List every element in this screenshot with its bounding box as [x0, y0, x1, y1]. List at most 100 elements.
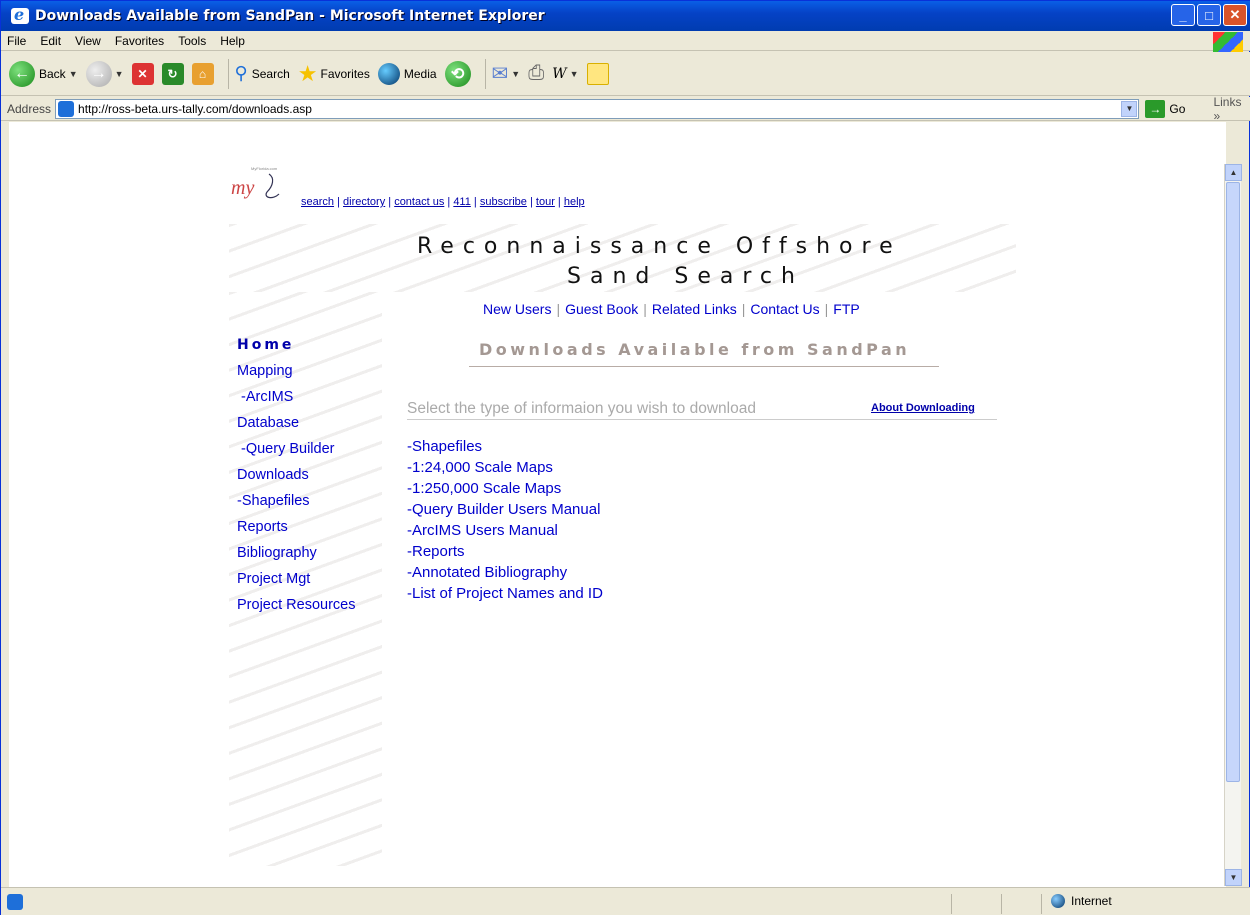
page-icon	[58, 100, 75, 117]
title-bar[interactable]: Downloads Available from SandPan - Micro…	[1, 1, 1250, 31]
note-button[interactable]	[586, 62, 609, 85]
scroll-down-icon[interactable]: ▼	[1225, 869, 1242, 886]
toolbar: ← Back ▼ → ▼ ✕ ↻ ⌂ ⚲ Search ★ Favorites …	[1, 52, 1250, 96]
nav-links: New Users | Guest Book | Related Links | Conta…	[483, 301, 860, 317]
menu-bar: File Edit View Favorites Tools Help	[1, 31, 1250, 51]
search-button[interactable]: ⚲ Search	[235, 63, 290, 84]
download-reports[interactable]: -Reports	[407, 541, 603, 562]
link-subscribe[interactable]: subscribe	[480, 196, 527, 208]
prompt-divider	[407, 419, 997, 420]
address-url[interactable]: http://ross-beta.urs-tally.com/downloads…	[78, 102, 312, 116]
menu-file[interactable]: File	[7, 34, 26, 48]
sidebar-item-project-mgt[interactable]: Project Mgt	[237, 566, 355, 592]
top-links: search | directory | contact us | 411 | …	[301, 196, 585, 208]
refresh-button[interactable]: ↻	[161, 62, 184, 85]
history-button[interactable]: ⟲	[444, 60, 471, 87]
favorites-button[interactable]: ★ Favorites	[298, 61, 370, 87]
link-search[interactable]: search	[301, 196, 334, 208]
download-project-names[interactable]: -List of Project Names and ID	[407, 583, 603, 604]
sidebar-item-arcims[interactable]: -ArcIMS	[241, 384, 355, 410]
forward-button[interactable]: → ▼	[85, 60, 124, 87]
nav-contact-us[interactable]: Contact Us	[750, 301, 819, 317]
sidebar-item-project-resources[interactable]: Project Resources	[237, 592, 355, 618]
nav-guest-book[interactable]: Guest Book	[565, 301, 638, 317]
link-411[interactable]: 411	[453, 196, 471, 208]
menu-view[interactable]: View	[75, 34, 101, 48]
about-downloading-link[interactable]: About Downloading	[871, 402, 975, 414]
word-icon: W	[552, 65, 567, 82]
forward-arrow-icon: →	[85, 60, 112, 87]
sidebar-item-downloads[interactable]: Downloads	[237, 462, 355, 488]
chevron-down-icon[interactable]: ▼	[511, 69, 520, 79]
sidebar-nav: Home Mapping -ArcIMS Database -Query Bui…	[237, 332, 355, 618]
links-button[interactable]: Links »	[1213, 95, 1250, 123]
minimize-button[interactable]: _	[1171, 4, 1195, 26]
page-title: Downloads Available from SandPan	[479, 340, 911, 359]
media-button[interactable]: Media	[377, 62, 437, 85]
sidebar-item-shapefiles[interactable]: -Shapefiles	[237, 488, 355, 514]
banner-line-2: Sand Search	[567, 264, 804, 289]
chevron-down-icon[interactable]: ▼	[1121, 100, 1138, 117]
chevron-down-icon[interactable]: ▼	[570, 69, 579, 79]
window-title: Downloads Available from SandPan - Micro…	[35, 8, 545, 24]
star-icon: ★	[297, 60, 318, 86]
toolbar-separator	[227, 58, 229, 89]
chevron-down-icon[interactable]: ▼	[69, 69, 78, 79]
menu-tools[interactable]: Tools	[178, 34, 206, 48]
status-divider	[951, 894, 952, 914]
address-bar: Address http://ross-beta.urs-tally.com/d…	[1, 95, 1250, 123]
sidebar-item-home[interactable]: Home	[237, 332, 355, 358]
sidebar-item-mapping[interactable]: Mapping	[237, 358, 355, 384]
stop-button[interactable]: ✕	[131, 62, 154, 85]
go-button[interactable]: → Go	[1145, 99, 1185, 118]
window-controls: _ □ ✕	[1171, 4, 1247, 26]
history-icon: ⟲	[444, 60, 471, 87]
browser-window: Downloads Available from SandPan - Micro…	[0, 0, 1250, 915]
menu-help[interactable]: Help	[220, 34, 245, 48]
download-query-builder-manual[interactable]: -Query Builder Users Manual	[407, 499, 603, 520]
ie-icon	[11, 5, 29, 24]
logo-small-text: MyFlorida.com	[251, 166, 278, 171]
sidebar-item-database[interactable]: Database	[237, 410, 355, 436]
link-contact-us[interactable]: contact us	[394, 196, 444, 208]
download-250000-maps[interactable]: -1:250,000 Scale Maps	[407, 478, 603, 499]
nav-ftp[interactable]: FTP	[833, 301, 859, 317]
home-button[interactable]: ⌂	[191, 62, 214, 85]
sidebar-item-reports[interactable]: Reports	[237, 514, 355, 540]
myflorida-logo[interactable]: MyFlorida.com my	[229, 164, 299, 202]
menu-edit[interactable]: Edit	[40, 34, 61, 48]
mail-button[interactable]: ✉ ▼	[492, 61, 521, 86]
link-tour[interactable]: tour	[536, 196, 555, 208]
status-bar: Internet	[1, 887, 1250, 915]
sidebar-item-query-builder[interactable]: -Query Builder	[241, 436, 355, 462]
security-zone: Internet	[1051, 894, 1112, 908]
address-input[interactable]: http://ross-beta.urs-tally.com/downloads…	[55, 98, 1140, 119]
back-button[interactable]: ← Back ▼	[9, 60, 78, 87]
select-prompt: Select the type of informaion you wish t…	[407, 400, 756, 417]
link-directory[interactable]: directory	[343, 196, 385, 208]
link-help[interactable]: help	[564, 196, 585, 208]
vertical-scrollbar[interactable]: ▲ ▼	[1224, 164, 1242, 886]
download-annotated-bibliography[interactable]: -Annotated Bibliography	[407, 562, 603, 583]
back-arrow-icon: ←	[9, 60, 35, 87]
menu-favorites[interactable]: Favorites	[115, 34, 164, 48]
maximize-button[interactable]: □	[1197, 4, 1221, 26]
download-arcims-manual[interactable]: -ArcIMS Users Manual	[407, 520, 603, 541]
close-button[interactable]: ✕	[1223, 4, 1247, 26]
scroll-up-icon[interactable]: ▲	[1225, 164, 1242, 181]
print-button[interactable]: ⎙	[528, 62, 544, 85]
title-divider	[469, 366, 939, 367]
banner-line-1: Reconnaissance Offshore	[417, 234, 902, 259]
logo-text: my	[231, 177, 254, 199]
site-banner: Reconnaissance Offshore Sand Search	[229, 224, 1016, 292]
scroll-thumb[interactable]	[1226, 182, 1240, 782]
download-24000-maps[interactable]: -1:24,000 Scale Maps	[407, 457, 603, 478]
chevron-down-icon[interactable]: ▼	[115, 69, 124, 79]
download-shapefiles[interactable]: -Shapefiles	[407, 436, 603, 457]
nav-new-users[interactable]: New Users	[483, 301, 551, 317]
nav-related-links[interactable]: Related Links	[652, 301, 737, 317]
edit-button[interactable]: W ▼	[552, 66, 578, 82]
globe-icon	[1051, 894, 1065, 908]
sidebar-item-bibliography[interactable]: Bibliography	[237, 540, 355, 566]
windows-logo-icon	[1213, 32, 1243, 52]
